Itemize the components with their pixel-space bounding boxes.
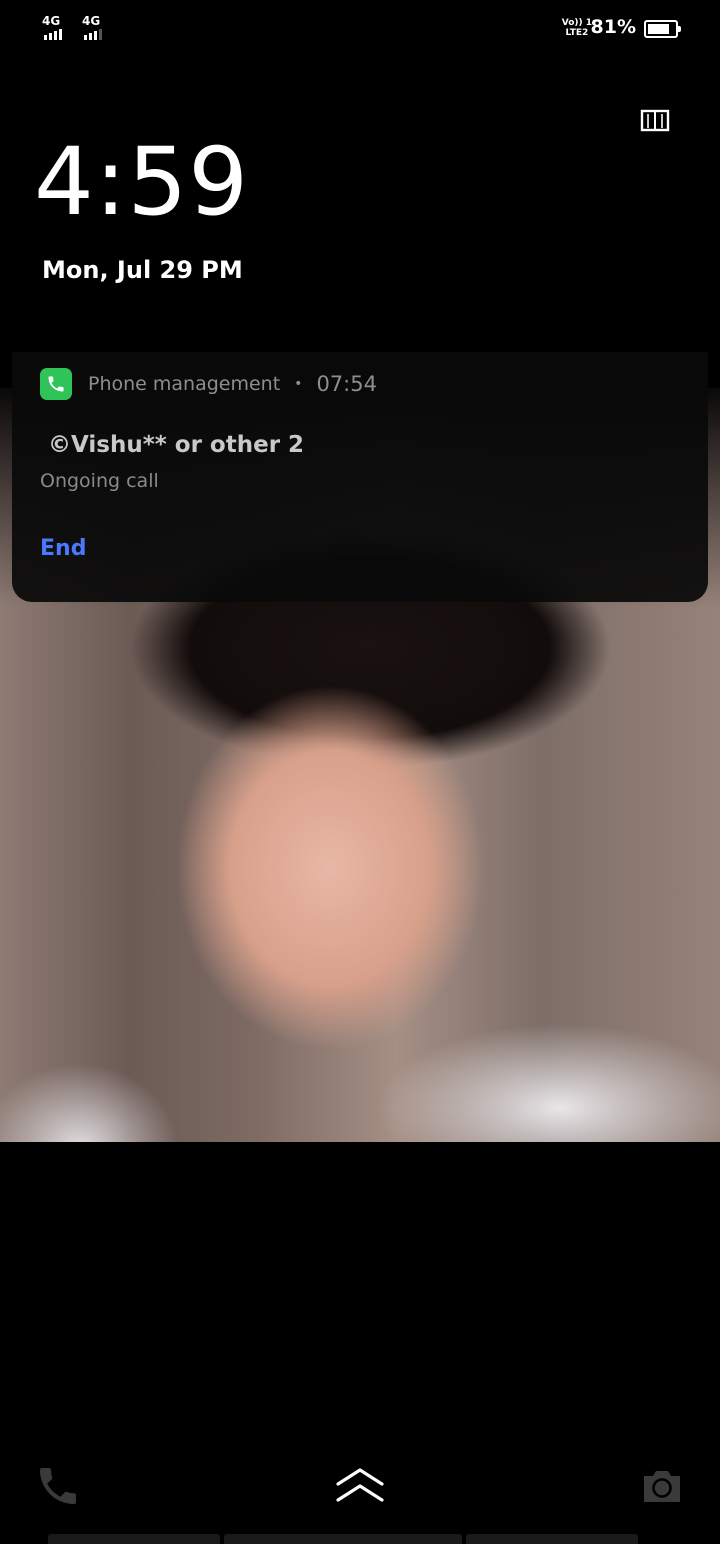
phone-icon[interactable] — [34, 1462, 82, 1510]
nav-strip-center — [224, 1534, 462, 1544]
lockscreen-clock: 4:59 — [34, 128, 250, 237]
camera-icon[interactable] — [640, 1466, 684, 1506]
sim2-network-label: 4G — [82, 14, 101, 28]
sim2-signal-icon: 4G — [80, 14, 110, 42]
battery-fill — [648, 24, 669, 34]
sim1-network-label: 4G — [42, 14, 61, 28]
call-notification[interactable]: Phone management • 07:54 ©Vishu** or oth… — [12, 352, 708, 602]
status-bar: 4G 4G Vo)) 1 LTE2 81% — [0, 12, 720, 48]
nav-strip-left — [48, 1534, 220, 1544]
notification-subtitle: Ongoing call — [40, 470, 159, 492]
nav-strip-right — [466, 1534, 638, 1544]
notification-title: ©Vishu** or other 2 — [48, 432, 305, 458]
lockscreen-date: Mon, Jul 29 PM — [42, 256, 243, 284]
book-icon[interactable] — [640, 108, 670, 134]
volte-line2: LTE2 — [565, 28, 589, 38]
battery-icon — [644, 20, 681, 38]
sim1-signal-icon: 4G — [40, 14, 70, 42]
notification-app-name: Phone management — [88, 373, 281, 395]
volte-line1: Vo)) 1 — [561, 18, 592, 28]
volte-indicator: Vo)) 1 LTE2 — [562, 18, 592, 38]
battery-percent: 81% — [590, 16, 636, 38]
end-call-button[interactable]: End — [40, 536, 86, 561]
notification-time: 07:54 — [316, 372, 377, 396]
phone-icon — [40, 368, 72, 400]
notification-header: Phone management • 07:54 — [40, 368, 377, 400]
chevron-up-icon[interactable] — [334, 1466, 386, 1506]
notification-separator: • — [294, 376, 303, 392]
